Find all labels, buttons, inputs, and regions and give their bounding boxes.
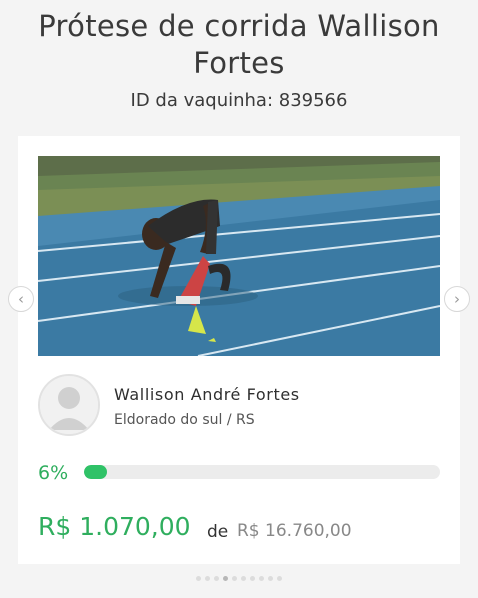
owner-location: Eldorado do sul / RS [114,412,255,428]
progress-bar [84,465,440,479]
chevron-left-icon[interactable]: ‹ [8,286,34,312]
owner-avatar [38,374,100,436]
campaign-title: Prótese de corrida Wallison Fortes [38,9,440,80]
runner-photo-illustration [38,156,440,356]
campaign-card: Wallison André Fortes Eldorado do sul / … [18,136,460,564]
carousel-dot[interactable] [259,576,264,581]
owner-name[interactable]: Wallison André Fortes [114,385,300,404]
carousel-dot[interactable] [223,576,228,581]
of-label: de [207,522,229,542]
user-avatar-icon [40,376,98,434]
carousel-dot[interactable] [205,576,210,581]
campaign-id: ID da vaquinha: 839566 [130,90,348,111]
carousel-dot[interactable] [277,576,282,581]
chevron-right-icon[interactable]: › [444,286,470,312]
carousel-dot[interactable] [250,576,255,581]
goal-amount: R$ 16.760,00 [237,521,352,541]
carousel-dot[interactable] [241,576,246,581]
carousel-dot[interactable] [268,576,273,581]
progress-bar-fill [84,465,108,479]
carousel-dot[interactable] [196,576,201,581]
carousel-dots [0,576,478,581]
campaign-page: Prótese de corrida Wallison Fortes ID da… [0,0,478,598]
carousel-dot[interactable] [232,576,237,581]
campaign-photo[interactable] [38,156,440,356]
carousel-dot[interactable] [214,576,219,581]
progress-percent: 6% [38,462,69,484]
amount-raised: R$ 1.070,00 [38,512,191,541]
